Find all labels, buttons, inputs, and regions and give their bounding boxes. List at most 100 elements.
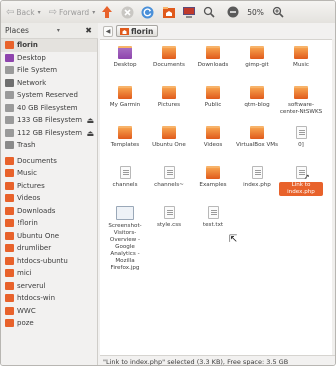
sidebar-item[interactable]: drumliber: [1, 242, 97, 255]
sidebar-item[interactable]: WWC: [1, 305, 97, 318]
file-item[interactable]: Videos: [191, 126, 235, 149]
folder-icon: [118, 126, 132, 139]
file-item-label: Templates: [110, 142, 140, 148]
sidebar-item-label: mici: [17, 269, 32, 278]
file-item[interactable]: Ubuntu One: [147, 126, 191, 149]
file-item[interactable]: Pictures: [147, 86, 191, 109]
file-item[interactable]: Desktop: [103, 46, 147, 69]
file-item[interactable]: gimp-git: [235, 46, 279, 69]
reload-button[interactable]: [139, 4, 155, 20]
places-dropdown[interactable]: Places: [5, 26, 29, 35]
sidebar-item-label: poze: [17, 319, 34, 328]
zoom-out-button[interactable]: [225, 4, 241, 20]
sidebar-item[interactable]: 133 GB Filesystem ⏏: [1, 114, 97, 127]
file-item-label: Downloads: [197, 62, 229, 68]
file-item[interactable]: index.php: [235, 166, 279, 189]
back-button[interactable]: ⇦ Back ▾: [4, 3, 43, 21]
file-item-label: Videos: [203, 142, 223, 148]
file-item[interactable]: Music: [279, 46, 323, 69]
sidebar-item-label: Ubuntu One: [17, 231, 60, 240]
file-icon: [119, 166, 131, 179]
file-item[interactable]: Examples: [191, 166, 235, 189]
file-item[interactable]: Public: [191, 86, 235, 109]
location-back-arrow[interactable]: ◀: [103, 25, 113, 37]
sidebar-item[interactable]: 112 GB Filesystem ⏏: [1, 127, 97, 140]
forward-button[interactable]: ⇨ Forward ▾: [47, 3, 98, 21]
file-item-label: index.php: [243, 182, 271, 188]
file-item-label: Desktop: [113, 62, 137, 68]
sidebar-item[interactable]: Trash: [1, 139, 97, 152]
drive-icon: [5, 66, 14, 75]
drive-icon: [5, 91, 14, 100]
folder-icon: [294, 86, 308, 99]
computer-button[interactable]: [181, 4, 197, 20]
vertical-scrollbar[interactable]: [332, 39, 335, 355]
sidebar-item[interactable]: File System: [1, 64, 97, 77]
folder-icon: [5, 294, 14, 303]
file-item[interactable]: 0]: [279, 126, 323, 149]
folder-icon: [5, 206, 14, 215]
sidebar-item[interactable]: Ubuntu One: [1, 230, 97, 243]
mouse-cursor-icon: ⇱: [229, 234, 238, 245]
sidebar-item[interactable]: mici: [1, 267, 97, 280]
eject-icon[interactable]: ⏏: [86, 129, 94, 138]
folder-icon: [250, 86, 264, 99]
chevron-down-icon: ▾: [37, 8, 41, 16]
sidebar-item[interactable]: 40 GB Filesystem: [1, 102, 97, 115]
stop-button[interactable]: [119, 4, 135, 20]
folder-icon: [250, 46, 264, 59]
sidebar-item[interactable]: System Reserved: [1, 89, 97, 102]
forward-label: Forward: [59, 7, 90, 17]
file-item[interactable]: style.css: [147, 206, 191, 229]
status-bar: "Link to index.php" selected (3.3 KB), F…: [100, 355, 335, 365]
text-lines-icon: [254, 170, 261, 176]
close-sidebar-icon[interactable]: ✖: [85, 26, 92, 35]
sidebar-item-label: Network: [17, 78, 47, 87]
file-item[interactable]: VirtualBox VMs: [235, 126, 279, 149]
sidebar-item[interactable]: poze: [1, 317, 97, 330]
sidebar-item-label: serverul: [17, 281, 46, 290]
breadcrumb-button[interactable]: florin: [116, 25, 159, 37]
file-item[interactable]: Templates: [103, 126, 147, 149]
file-item[interactable]: channels~: [147, 166, 191, 189]
search-button[interactable]: [201, 4, 217, 20]
sidebar-item[interactable]: serverul: [1, 280, 97, 293]
folder-icon: [5, 319, 14, 328]
file-item[interactable]: test.txt: [191, 206, 235, 229]
file-item[interactable]: ↗ Link to index.php: [279, 166, 323, 196]
sidebar-item[interactable]: !florin: [1, 217, 97, 230]
file-item[interactable]: Downloads: [191, 46, 235, 69]
up-button[interactable]: [99, 4, 115, 20]
file-item-label: channels~: [154, 182, 184, 188]
sidebar-item[interactable]: htdocs-ubuntu: [1, 255, 97, 268]
folder-icon: [118, 86, 132, 99]
folder-icon: [206, 126, 220, 139]
file-item-label: Documents: [153, 62, 185, 68]
file-item[interactable]: My Garmin: [103, 86, 147, 109]
zoom-in-button[interactable]: [270, 4, 286, 20]
folder-icon: [118, 46, 132, 59]
sidebar-item-label: File System: [17, 66, 58, 75]
file-item[interactable]: Screenshot-Visitors-Overview - Google An…: [103, 206, 147, 272]
sidebar-item[interactable]: florin: [1, 39, 97, 52]
sidebar-item[interactable]: Documents: [1, 155, 97, 168]
sidebar-item[interactable]: Pictures: [1, 180, 97, 193]
sidebar-item[interactable]: Desktop: [1, 52, 97, 65]
sidebar-item[interactable]: Network: [1, 77, 97, 90]
file-item[interactable]: channels: [103, 166, 147, 189]
file-icon: [163, 206, 175, 219]
text-lines-icon: [122, 170, 129, 176]
up-arrow-icon: [102, 6, 113, 18]
sidebar-item[interactable]: Music: [1, 167, 97, 180]
sidebar-item-label: !florin: [17, 219, 38, 228]
chevron-down-icon[interactable]: ▾: [57, 27, 60, 34]
eject-icon[interactable]: ⏏: [86, 116, 94, 125]
sidebar-item[interactable]: Videos: [1, 192, 97, 205]
sidebar-item[interactable]: htdocs-win: [1, 292, 97, 305]
file-grid: Desktop Documents Downloads gimp-git Music My…: [100, 39, 332, 355]
home-button[interactable]: [161, 4, 177, 20]
file-item[interactable]: qtm-blog: [235, 86, 279, 109]
file-item[interactable]: software-center-NtSWKS: [279, 86, 323, 116]
file-item[interactable]: Documents: [147, 46, 191, 69]
sidebar-item[interactable]: Downloads: [1, 205, 97, 218]
